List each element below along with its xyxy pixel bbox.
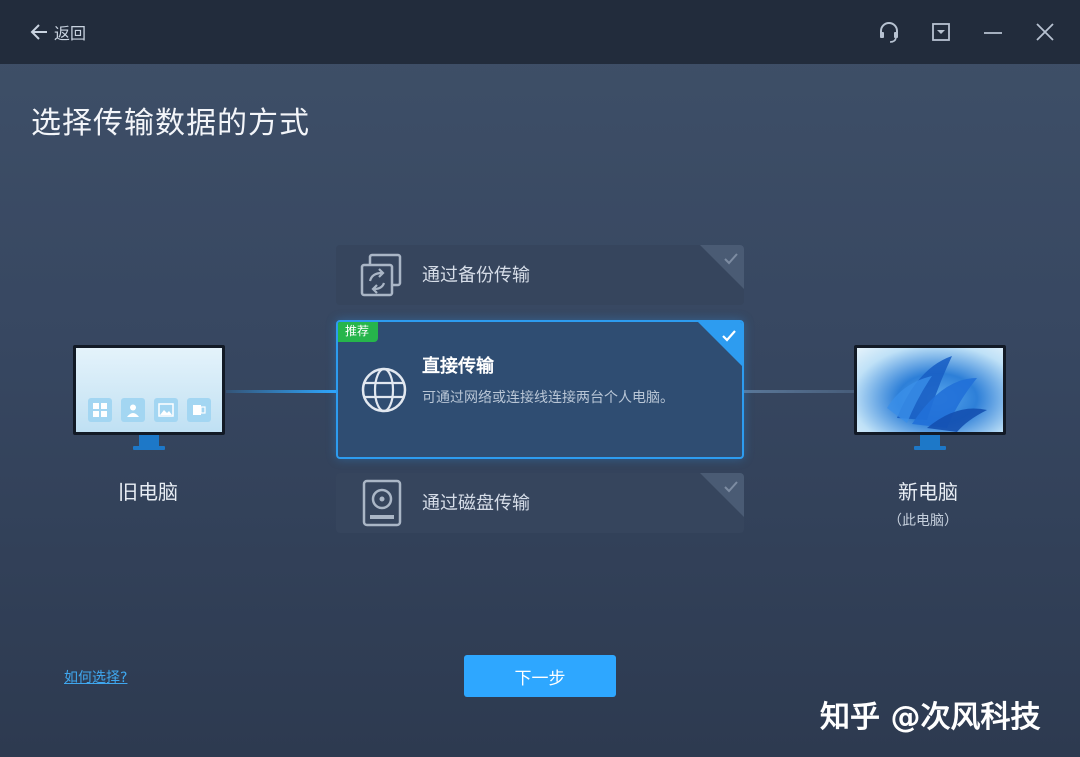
how-to-choose-link[interactable]: 如何选择? [64,667,127,687]
option-disk-transfer[interactable]: 通过磁盘传输 [336,473,744,533]
backup-transfer-icon [358,253,406,303]
option-direct-transfer[interactable]: 推荐 直接传输 可通过网络或连接线连接两台个人电脑。 [336,320,744,459]
support-button[interactable] [875,18,903,46]
old-pc-label: 旧电脑 [118,480,178,504]
monitor-base [914,446,946,450]
globe-icon [360,366,408,418]
next-step-button[interactable]: 下一步 [464,655,616,697]
old-pc-monitor [73,345,225,455]
dropdown-menu-icon [927,18,955,46]
user-tile-icon [121,398,145,422]
option-disk-label: 通过磁盘传输 [422,493,530,514]
close-icon [1031,18,1059,46]
connector-line-left [226,390,336,393]
monitor-base [133,446,165,450]
new-pc-monitor [854,345,1006,455]
windows-bloom-wallpaper [887,356,987,432]
option-direct-title: 直接传输 [422,356,494,377]
title-bar: 返回 [0,0,1080,64]
back-arrow-icon [30,23,48,41]
new-pc-screen [854,345,1006,435]
option-backup-label: 通过备份传输 [422,265,530,286]
recommended-badge: 推荐 [338,322,379,342]
close-button[interactable] [1031,18,1059,46]
old-pc-screen [73,345,225,435]
check-icon [723,479,739,498]
windows-tile-icon [88,398,112,422]
check-icon [723,251,739,270]
new-pc-label: 新电脑 [898,480,958,504]
connector-line-right [744,390,856,393]
page-title: 选择传输数据的方式 [31,106,310,141]
menu-button[interactable] [927,18,955,46]
check-icon [721,328,737,347]
option-direct-description: 可通过网络或连接线连接两台个人电脑。 [422,390,674,406]
disk-drive-icon [362,479,402,531]
watermark: 知乎 @次风科技 [820,700,1041,735]
headset-icon [875,18,903,46]
new-pc-sublabel: （此电脑） [888,513,958,529]
minimize-button[interactable] [979,18,1007,46]
back-label: 返回 [54,24,87,43]
office-tile-icon [187,398,211,422]
back-button[interactable]: 返回 [30,18,86,46]
minimize-icon [979,18,1007,46]
option-backup-transfer[interactable]: 通过备份传输 [336,245,744,305]
image-tile-icon [154,398,178,422]
